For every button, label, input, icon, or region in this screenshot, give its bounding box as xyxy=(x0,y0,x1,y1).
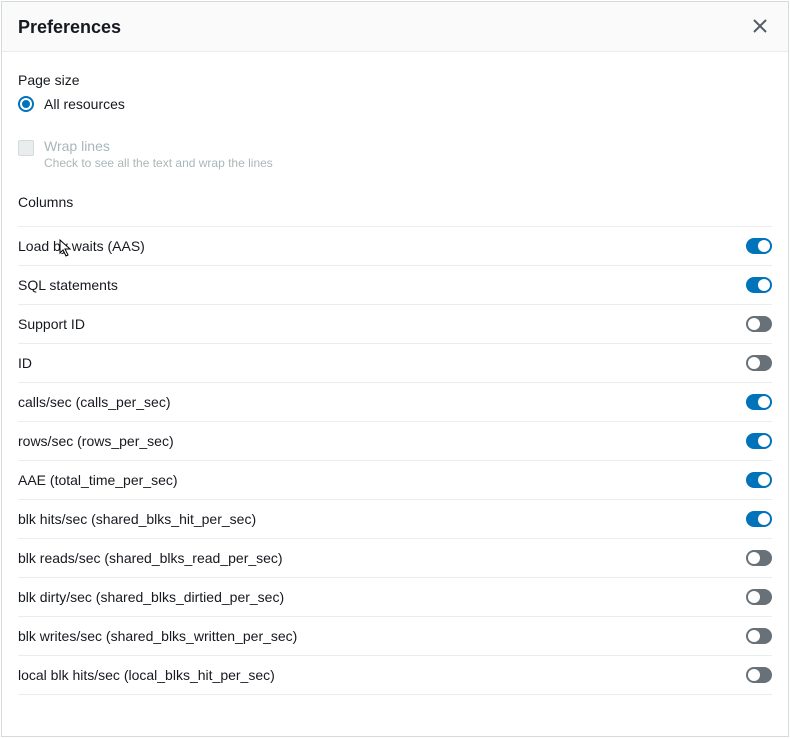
toggle-knob xyxy=(748,591,760,603)
column-label: Support ID xyxy=(18,316,85,332)
page-size-option-row[interactable]: All resources xyxy=(18,96,772,112)
column-label: ID xyxy=(18,355,32,371)
toggle-knob xyxy=(748,669,760,681)
toggle-knob xyxy=(758,279,770,291)
columns-section-label: Columns xyxy=(18,194,772,210)
column-toggle[interactable] xyxy=(746,238,772,254)
column-row: blk hits/sec (shared_blks_hit_per_sec) xyxy=(18,500,772,539)
modal-title: Preferences xyxy=(18,17,121,38)
column-label: Load by waits (AAS) xyxy=(18,238,145,254)
page-size-label: Page size xyxy=(18,72,772,88)
modal-header: Preferences xyxy=(2,2,788,52)
column-toggle[interactable] xyxy=(746,472,772,488)
toggle-knob xyxy=(748,552,760,564)
column-label: AAE (total_time_per_sec) xyxy=(18,472,178,488)
radio-selected-dot xyxy=(22,100,30,108)
column-row: blk reads/sec (shared_blks_read_per_sec) xyxy=(18,539,772,578)
toggle-knob xyxy=(758,396,770,408)
radio-all-resources-label: All resources xyxy=(44,96,125,112)
wrap-lines-label: Wrap lines xyxy=(44,138,273,154)
column-toggle[interactable] xyxy=(746,316,772,332)
column-label: rows/sec (rows_per_sec) xyxy=(18,433,174,449)
column-label: blk reads/sec (shared_blks_read_per_sec) xyxy=(18,550,283,566)
column-toggle[interactable] xyxy=(746,355,772,371)
column-toggle[interactable] xyxy=(746,433,772,449)
wrap-lines-checkbox xyxy=(18,140,34,156)
column-row: ID xyxy=(18,344,772,383)
column-toggle[interactable] xyxy=(746,628,772,644)
column-toggle[interactable] xyxy=(746,511,772,527)
column-row: local blk hits/sec (local_blks_hit_per_s… xyxy=(18,656,772,695)
toggle-knob xyxy=(758,474,770,486)
column-label: SQL statements xyxy=(18,277,118,293)
column-label: blk hits/sec (shared_blks_hit_per_sec) xyxy=(18,511,256,527)
column-label: blk dirty/sec (shared_blks_dirtied_per_s… xyxy=(18,589,284,605)
column-label: blk writes/sec (shared_blks_written_per_… xyxy=(18,628,297,644)
toggle-knob xyxy=(748,630,760,642)
column-row: Support ID xyxy=(18,305,772,344)
column-row: blk writes/sec (shared_blks_written_per_… xyxy=(18,617,772,656)
column-label: calls/sec (calls_per_sec) xyxy=(18,394,171,410)
wrap-lines-text: Wrap lines Check to see all the text and… xyxy=(44,138,273,170)
toggle-knob xyxy=(748,318,760,330)
column-row: blk dirty/sec (shared_blks_dirtied_per_s… xyxy=(18,578,772,617)
column-toggle[interactable] xyxy=(746,277,772,293)
radio-all-resources[interactable] xyxy=(18,96,34,112)
close-button[interactable] xyxy=(748,14,772,41)
column-toggle[interactable] xyxy=(746,394,772,410)
column-row: Load by waits (AAS) xyxy=(18,226,772,266)
wrap-lines-row: Wrap lines Check to see all the text and… xyxy=(18,138,772,170)
close-icon xyxy=(752,18,768,37)
column-row: calls/sec (calls_per_sec) xyxy=(18,383,772,422)
toggle-knob xyxy=(758,513,770,525)
toggle-knob xyxy=(748,357,760,369)
column-row: rows/sec (rows_per_sec) xyxy=(18,422,772,461)
column-row: AAE (total_time_per_sec) xyxy=(18,461,772,500)
modal-body: Page size All resources Wrap lines Check… xyxy=(2,52,788,703)
column-toggle[interactable] xyxy=(746,550,772,566)
toggle-knob xyxy=(758,435,770,447)
wrap-lines-description: Check to see all the text and wrap the l… xyxy=(44,156,273,170)
column-row: SQL statements xyxy=(18,266,772,305)
column-toggle[interactable] xyxy=(746,589,772,605)
toggle-knob xyxy=(758,240,770,252)
column-label: local blk hits/sec (local_blks_hit_per_s… xyxy=(18,667,275,683)
column-toggle[interactable] xyxy=(746,667,772,683)
columns-list: Load by waits (AAS) SQL statements Support… xyxy=(18,226,772,695)
preferences-modal: Preferences Page size All resources Wrap… xyxy=(1,1,789,737)
